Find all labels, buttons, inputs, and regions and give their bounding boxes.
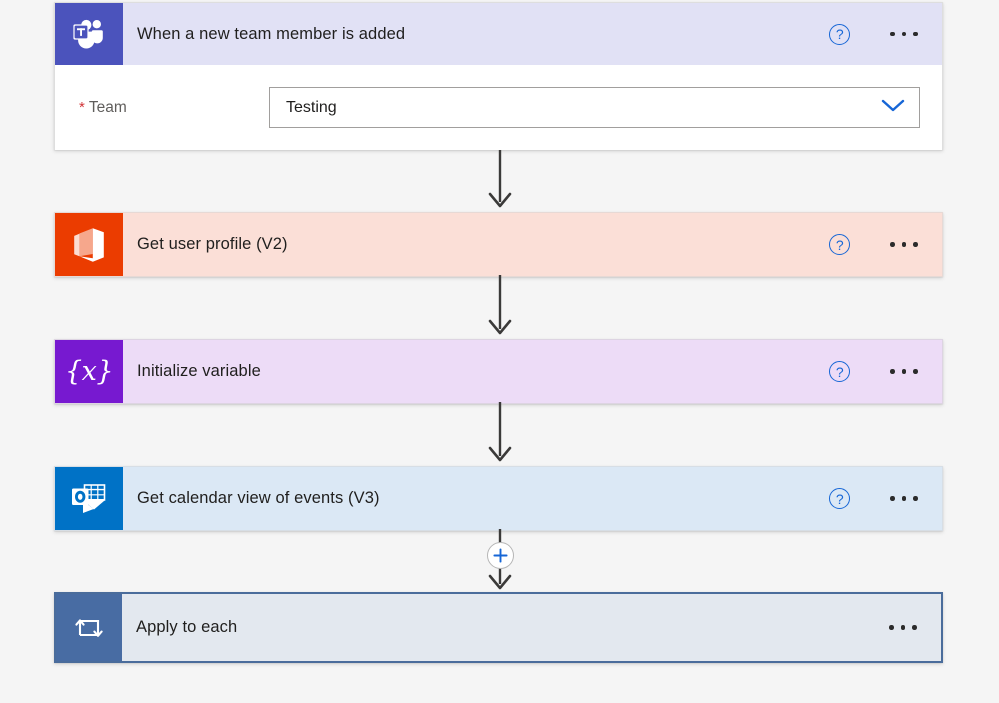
ellipsis-dot	[890, 31, 895, 37]
flow-designer-canvas: When a new team member is added ? * Team…	[0, 0, 999, 703]
trigger-card-header[interactable]: When a new team member is added ?	[55, 3, 942, 65]
team-field-label-text: Team	[88, 98, 127, 116]
variable-glyph: {x}	[64, 356, 114, 387]
loop-repeat-icon	[56, 594, 122, 661]
help-icon[interactable]: ?	[829, 488, 851, 509]
ellipsis-dot	[913, 369, 918, 374]
insert-step-button[interactable]	[486, 542, 514, 569]
step-icon-tile	[56, 594, 122, 661]
step-card-header[interactable]: Apply to each	[56, 594, 941, 661]
flow-step-card-apply-to-each[interactable]: Apply to each	[54, 592, 943, 663]
help-icon[interactable]: ?	[829, 361, 851, 382]
arrow-down-icon	[488, 402, 512, 462]
chevron-down-icon[interactable]	[879, 96, 907, 119]
ellipsis-dot	[901, 369, 907, 374]
step-card-actions	[887, 594, 941, 661]
step-title: Apply to each	[136, 618, 238, 636]
more-commands-icon[interactable]	[888, 236, 920, 253]
team-field-label: * Team	[79, 99, 269, 117]
step-title: Get user profile (V2)	[137, 235, 288, 253]
ellipsis-dot	[912, 625, 917, 630]
ellipsis-dot	[901, 242, 907, 247]
ellipsis-dot	[890, 242, 895, 247]
team-dropdown-value: Testing	[286, 98, 337, 116]
microsoft-teams-icon	[55, 3, 123, 65]
flow-step-card-initialize-variable[interactable]: {x} Initialize variable ?	[54, 339, 943, 404]
flow-trigger-card[interactable]: When a new team member is added ? * Team…	[54, 2, 943, 150]
ellipsis-dot	[913, 242, 918, 247]
ellipsis-dot	[913, 31, 918, 37]
more-commands-icon[interactable]	[888, 26, 920, 43]
variable-braces-icon: {x}	[55, 340, 123, 403]
connector-arrow	[482, 402, 518, 466]
required-asterisk: *	[79, 98, 85, 116]
help-icon[interactable]: ?	[829, 234, 851, 255]
office-365-icon	[55, 213, 123, 276]
step-title: Get calendar view of events (V3)	[137, 489, 380, 507]
ellipsis-dot	[913, 496, 918, 501]
ellipsis-dot	[900, 625, 906, 630]
trigger-icon-tile	[55, 3, 123, 65]
more-commands-icon[interactable]	[887, 619, 919, 636]
trigger-card-body: * Team Testing	[55, 65, 942, 150]
step-card-actions: ?	[829, 340, 942, 403]
flow-step-card-get-user-profile[interactable]: Get user profile (V2) ?	[54, 212, 943, 277]
more-commands-icon[interactable]	[888, 363, 920, 380]
arrow-down-icon	[488, 275, 512, 335]
trigger-card-actions: ?	[829, 3, 942, 65]
step-card-header[interactable]: Get calendar view of events (V3) ?	[55, 467, 942, 530]
step-title: Initialize variable	[137, 362, 261, 380]
plus-icon	[492, 548, 508, 563]
step-card-header[interactable]: Get user profile (V2) ?	[55, 213, 942, 276]
ellipsis-dot	[901, 31, 907, 37]
flow-step-card-get-calendar-view[interactable]: Get calendar view of events (V3) ?	[54, 466, 943, 531]
trigger-title: When a new team member is added	[137, 24, 406, 43]
step-icon-tile: {x}	[55, 340, 123, 403]
ellipsis-dot	[890, 496, 895, 501]
connector-arrow	[482, 275, 518, 339]
connector-arrow	[482, 150, 518, 212]
step-card-header[interactable]: {x} Initialize variable ?	[55, 340, 942, 403]
step-card-actions: ?	[829, 213, 942, 276]
more-commands-icon[interactable]	[888, 490, 920, 507]
step-icon-tile	[55, 467, 123, 530]
insert-step-connector	[470, 529, 530, 592]
step-icon-tile	[55, 213, 123, 276]
ellipsis-dot	[901, 496, 907, 501]
team-dropdown[interactable]: Testing	[269, 87, 920, 128]
outlook-calendar-icon	[55, 467, 123, 530]
help-icon[interactable]: ?	[829, 23, 851, 45]
step-card-actions: ?	[829, 467, 942, 530]
ellipsis-dot	[889, 625, 894, 630]
arrow-down-icon	[488, 150, 512, 208]
ellipsis-dot	[890, 369, 895, 374]
